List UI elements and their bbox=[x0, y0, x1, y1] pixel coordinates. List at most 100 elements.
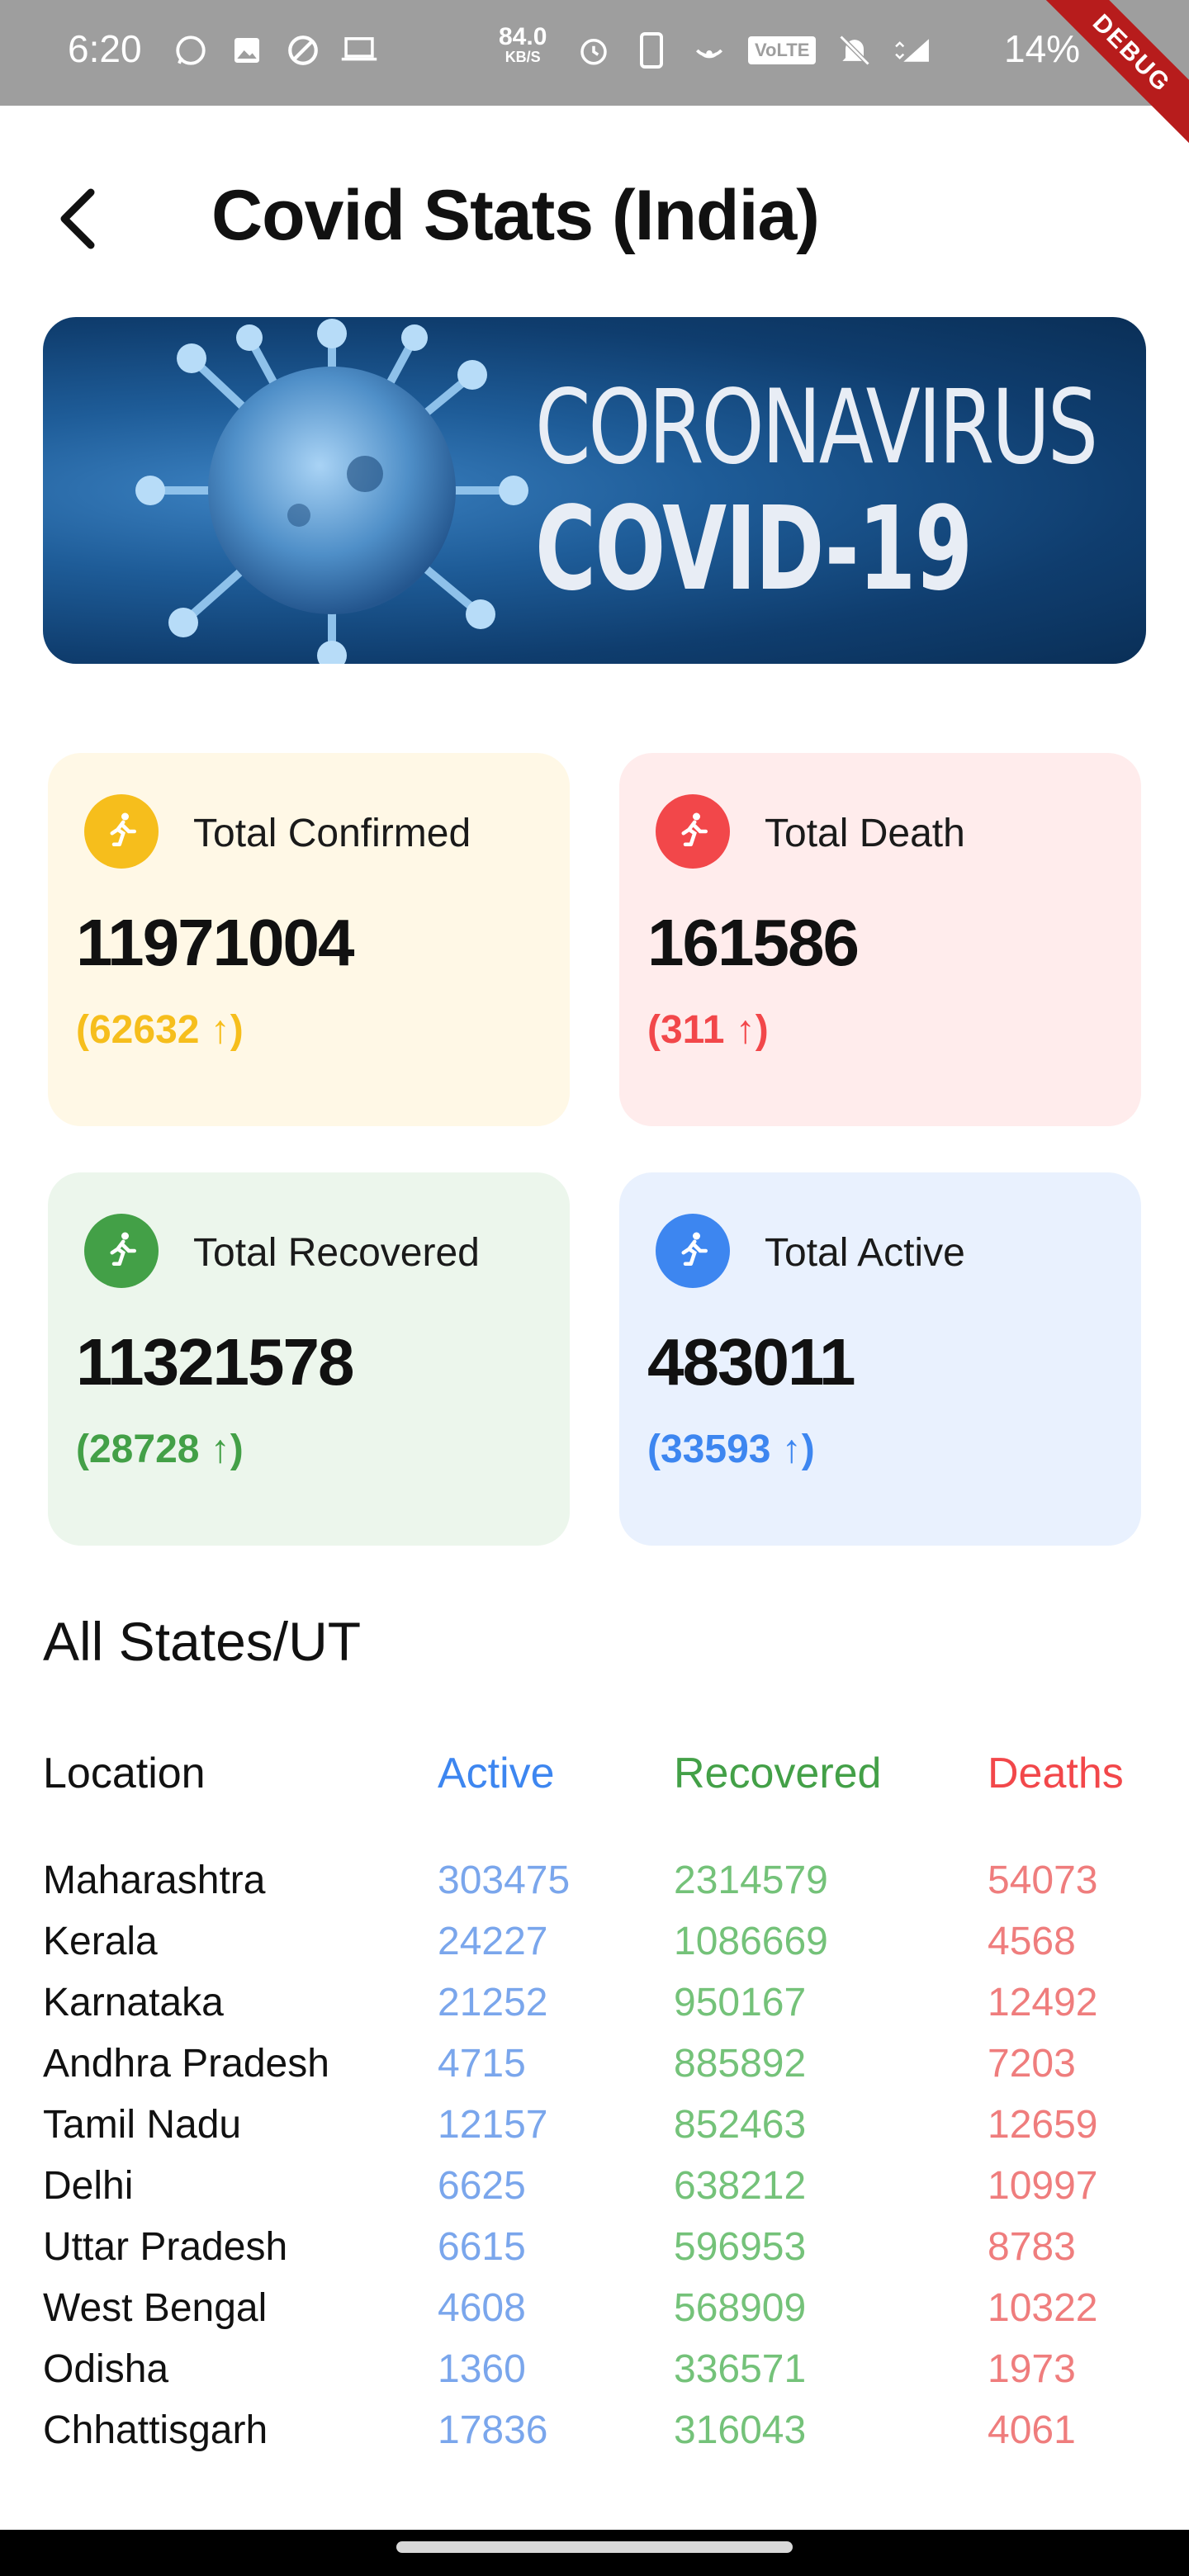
cell-location: Delhi bbox=[43, 2164, 134, 2208]
cell-location: Uttar Pradesh bbox=[43, 2225, 288, 2269]
laptop-icon bbox=[340, 31, 378, 69]
cell-deaths: 1973 bbox=[988, 2347, 1076, 2391]
section-title: All States/UT bbox=[43, 1611, 362, 1672]
table-row[interactable]: Uttar Pradesh 6615 596953 8783 bbox=[0, 2224, 1189, 2285]
cell-location: Maharashtra bbox=[43, 1859, 266, 1902]
cell-recovered: 336571 bbox=[674, 2347, 807, 2391]
status-bar: 6:20 84.0 KB/S VoLTE 14% DEBUG bbox=[0, 0, 1189, 163]
card-label: Total Active bbox=[765, 1231, 965, 1275]
card-label: Total Death bbox=[765, 812, 965, 855]
cell-deaths: 7203 bbox=[988, 2042, 1076, 2086]
cell-recovered: 568909 bbox=[674, 2286, 807, 2330]
cell-recovered: 950167 bbox=[674, 1981, 807, 2024]
virus-illustration bbox=[135, 319, 528, 664]
cell-active: 24227 bbox=[438, 1920, 548, 1963]
cell-deaths: 10997 bbox=[988, 2164, 1098, 2208]
card-total-death[interactable]: Total Death 161586 (311 ↑) bbox=[619, 753, 1141, 1126]
system-icons: VoLTE bbox=[575, 31, 931, 69]
column-header-deaths: Deaths bbox=[988, 1750, 1124, 1797]
cell-active: 17836 bbox=[438, 2408, 548, 2452]
back-arrow-icon bbox=[60, 188, 95, 249]
network-speed-unit: KB/S bbox=[504, 49, 541, 65]
cell-deaths: 54073 bbox=[988, 1859, 1098, 1902]
cell-active: 1360 bbox=[438, 2347, 526, 2391]
table-row[interactable]: Karnataka 21252 950167 12492 bbox=[0, 1980, 1189, 2041]
network-speed-value: 84.0 bbox=[499, 23, 547, 50]
cell-deaths: 10322 bbox=[988, 2286, 1098, 2330]
cell-recovered: 885892 bbox=[674, 2042, 807, 2086]
volte-badge: VoLTE bbox=[748, 36, 817, 64]
status-time: 6:20 bbox=[68, 27, 142, 70]
card-delta: (311 ↑) bbox=[647, 1008, 769, 1052]
cell-recovered: 316043 bbox=[674, 2408, 807, 2452]
card-label: Total Confirmed bbox=[193, 812, 471, 855]
cell-location: Chhattisgarh bbox=[43, 2408, 268, 2452]
cell-location: West Bengal bbox=[43, 2286, 268, 2330]
card-value: 11321578 bbox=[76, 1325, 355, 1399]
table-row[interactable]: Kerala 24227 1086669 4568 bbox=[0, 1919, 1189, 1980]
cell-active: 4715 bbox=[438, 2042, 526, 2086]
cell-active: 303475 bbox=[438, 1859, 571, 1902]
card-delta: (28728 ↑) bbox=[76, 1428, 244, 1471]
cell-recovered: 852463 bbox=[674, 2103, 807, 2147]
table-row[interactable]: Andhra Pradesh 4715 885892 7203 bbox=[0, 2041, 1189, 2102]
banner-title-line1: CORONAVIRUS bbox=[535, 368, 1098, 487]
home-gesture-handle[interactable] bbox=[396, 2541, 793, 2553]
cell-active: 6625 bbox=[438, 2164, 526, 2208]
card-total-recovered[interactable]: Total Recovered 11321578 (28728 ↑) bbox=[48, 1172, 570, 1546]
signal-icon bbox=[893, 31, 931, 69]
states-table[interactable]: Maharashtra 303475 2314579 54073 Kerala … bbox=[0, 1858, 1189, 2485]
network-speed: 84.0 KB/S bbox=[499, 23, 547, 65]
running-person-icon bbox=[84, 794, 159, 869]
cell-location: Andhra Pradesh bbox=[43, 2042, 329, 2086]
cell-deaths: 4061 bbox=[988, 2408, 1076, 2452]
cell-location: Tamil Nadu bbox=[43, 2103, 242, 2147]
back-button[interactable] bbox=[50, 173, 107, 264]
alarm-icon bbox=[575, 31, 613, 69]
table-row[interactable]: Chhattisgarh 17836 316043 4061 bbox=[0, 2408, 1189, 2469]
table-row[interactable]: West Bengal 4608 568909 10322 bbox=[0, 2285, 1189, 2346]
battery-percentage: 14% bbox=[1004, 27, 1081, 70]
cell-recovered: 596953 bbox=[674, 2225, 807, 2269]
cell-location: Kerala bbox=[43, 1920, 158, 1963]
table-row[interactable]: Delhi 6625 638212 10997 bbox=[0, 2163, 1189, 2224]
notification-icons bbox=[172, 31, 378, 69]
column-header-location: Location bbox=[43, 1750, 206, 1797]
column-header-active: Active bbox=[438, 1750, 555, 1797]
cell-location: Karnataka bbox=[43, 1981, 224, 2024]
cell-active: 4608 bbox=[438, 2286, 526, 2330]
cell-active: 6615 bbox=[438, 2225, 526, 2269]
mute-icon bbox=[836, 31, 874, 69]
table-row[interactable]: Tamil Nadu 12157 852463 12659 bbox=[0, 2102, 1189, 2163]
hotspot-icon bbox=[690, 31, 728, 69]
running-person-icon bbox=[656, 794, 730, 869]
cell-recovered: 638212 bbox=[674, 2164, 807, 2208]
card-label: Total Recovered bbox=[193, 1231, 480, 1275]
cell-active: 12157 bbox=[438, 2103, 548, 2147]
card-total-active[interactable]: Total Active 483011 (33593 ↑) bbox=[619, 1172, 1141, 1546]
running-person-icon bbox=[84, 1214, 159, 1288]
page-title: Covid Stats (India) bbox=[211, 176, 820, 255]
whatsapp-icon bbox=[172, 31, 210, 69]
blocked-icon bbox=[284, 31, 322, 69]
card-delta: (33593 ↑) bbox=[647, 1428, 815, 1471]
covid-banner: CORONAVIRUS COVID-19 bbox=[43, 317, 1146, 664]
cell-deaths: 4568 bbox=[988, 1920, 1076, 1963]
card-value: 483011 bbox=[647, 1325, 856, 1399]
table-row[interactable]: Odisha 1360 336571 1973 bbox=[0, 2346, 1189, 2408]
card-delta: (62632 ↑) bbox=[76, 1008, 244, 1052]
table-row[interactable]: Maharashtra 303475 2314579 54073 bbox=[0, 1858, 1189, 1919]
cell-deaths: 8783 bbox=[988, 2225, 1076, 2269]
cell-deaths: 12659 bbox=[988, 2103, 1098, 2147]
card-value: 161586 bbox=[647, 906, 860, 979]
card-value: 11971004 bbox=[76, 906, 355, 979]
banner-title-line2: COVID-19 bbox=[535, 482, 973, 617]
phone-icon bbox=[632, 31, 670, 69]
system-navigation-bar bbox=[0, 2530, 1189, 2576]
image-icon bbox=[228, 31, 266, 69]
running-person-icon bbox=[656, 1214, 730, 1288]
column-header-recovered: Recovered bbox=[674, 1750, 882, 1797]
cell-recovered: 2314579 bbox=[674, 1859, 828, 1902]
card-total-confirmed[interactable]: Total Confirmed 11971004 (62632 ↑) bbox=[48, 753, 570, 1126]
cell-active: 21252 bbox=[438, 1981, 548, 2024]
